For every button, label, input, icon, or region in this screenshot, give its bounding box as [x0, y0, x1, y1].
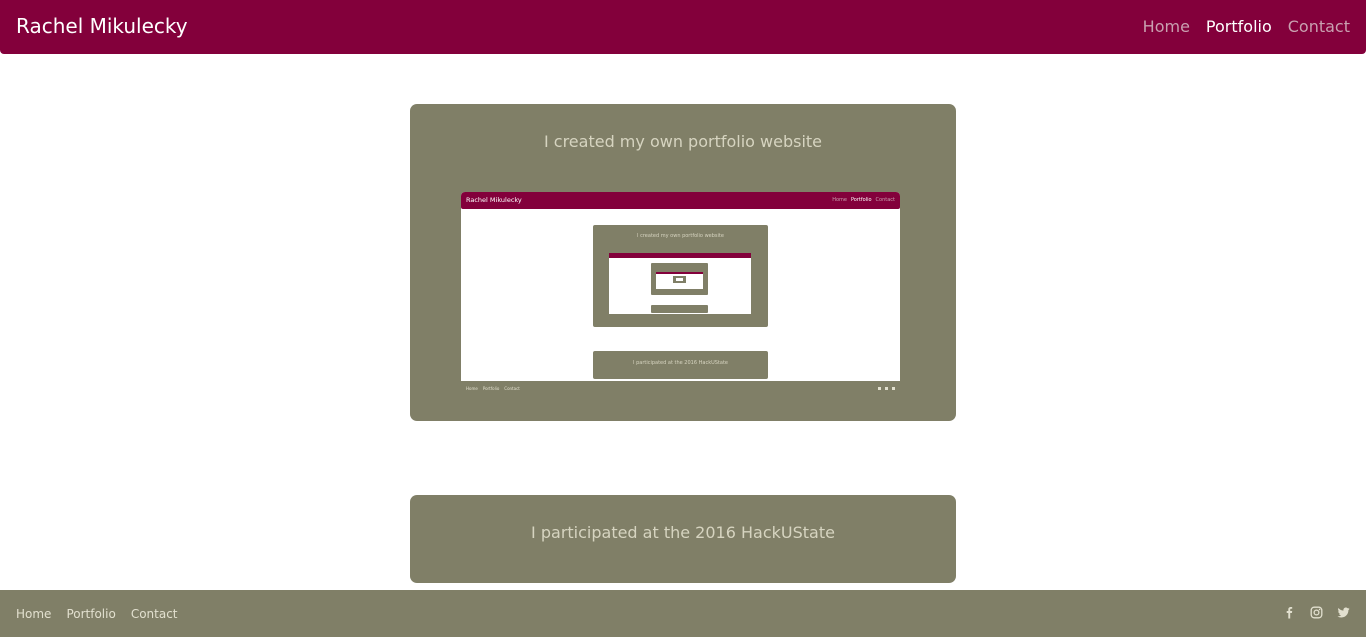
navbar: Rachel Mikulecky Home Portfolio Contact: [0, 0, 1366, 54]
screenshot-footer: Home Portfolio Contact: [461, 381, 900, 397]
screenshot-card-2-title: I participated at the 2016 HackUState: [633, 360, 728, 366]
screenshot-navbar: Rachel Mikulecky Home Portfolio Contact: [461, 192, 900, 209]
screenshot-instagram-icon: [885, 387, 888, 390]
screenshot-nav-contact: Contact: [875, 197, 895, 203]
screenshot-footer-portfolio: Portfolio: [482, 386, 500, 391]
instagram-icon[interactable]: [1310, 606, 1323, 619]
screenshot-facebook-icon: [878, 387, 881, 390]
footer-contact-link[interactable]: Contact: [131, 607, 178, 621]
screenshot-footer-social: [878, 387, 895, 390]
screenshot-card-title: I created my own portfolio website: [637, 233, 724, 239]
screenshot-nav-links: Home Portfolio Contact: [832, 197, 895, 203]
footer: Home Portfolio Contact: [0, 590, 1366, 637]
project-screenshot: Rachel Mikulecky Home Portfolio Contact …: [461, 192, 900, 381]
screenshot-nav-home: Home: [832, 197, 847, 203]
facebook-icon[interactable]: [1283, 606, 1296, 619]
screenshot-footer-links: Home Portfolio Contact: [466, 386, 520, 391]
nav-home-link[interactable]: Home: [1143, 17, 1190, 36]
brand-link[interactable]: Rachel Mikulecky: [16, 14, 188, 38]
screenshot-inner-card-2: [651, 305, 708, 313]
project-title: I created my own portfolio website: [543, 132, 823, 151]
nav-portfolio-link[interactable]: Portfolio: [1206, 17, 1272, 36]
screenshot-inner-navbar: [609, 253, 751, 258]
screenshot-inner-inner-inner-shot: [676, 278, 683, 281]
screenshot-inner-inner-card: [673, 276, 686, 283]
screenshot-twitter-icon: [892, 387, 895, 390]
screenshot-card: I created my own portfolio website: [593, 225, 768, 327]
screenshot-brand: Rachel Mikulecky: [466, 196, 522, 204]
footer-home-link[interactable]: Home: [16, 607, 51, 621]
screenshot-nav-portfolio: Portfolio: [850, 197, 872, 203]
screenshot-inner-shot: [609, 253, 751, 314]
project-card-hackustate[interactable]: I participated at the 2016 HackUState: [410, 495, 956, 583]
project-title: I participated at the 2016 HackUState: [531, 523, 835, 542]
nav-contact-link[interactable]: Contact: [1288, 17, 1350, 36]
social-links: [1283, 606, 1350, 619]
footer-portfolio-link[interactable]: Portfolio: [66, 607, 115, 621]
screenshot-inner-inner-navbar: [656, 272, 703, 274]
screenshot-card-2: I participated at the 2016 HackUState: [593, 351, 768, 379]
footer-links: Home Portfolio Contact: [16, 607, 178, 621]
nav-links: Home Portfolio Contact: [1143, 17, 1350, 36]
twitter-icon[interactable]: [1337, 606, 1350, 619]
screenshot-footer-contact: Contact: [504, 386, 520, 391]
screenshot-inner-card: [651, 263, 708, 295]
project-card-portfolio[interactable]: I created my own portfolio website Rache…: [410, 104, 956, 421]
screenshot-footer-home: Home: [466, 386, 478, 391]
screenshot-inner-inner-shot: [656, 272, 703, 289]
